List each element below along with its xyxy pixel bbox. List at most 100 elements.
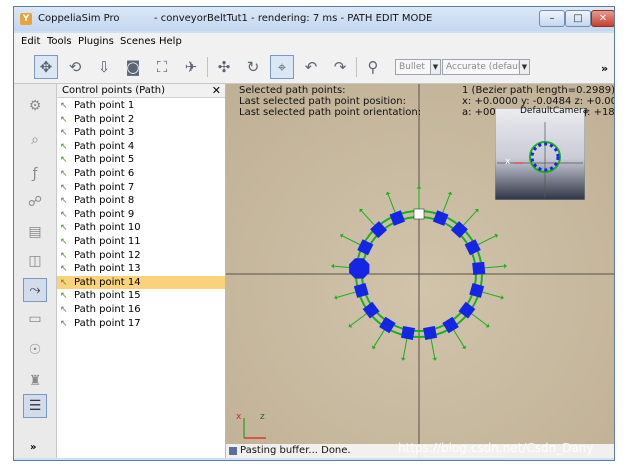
translate-object-icon[interactable]: ✣ [212,55,236,79]
avatar-icon[interactable]: ♜ [23,369,47,393]
fit-view-icon[interactable]: ⛶ [150,55,174,79]
list-item[interactable]: ↖ Path point 15 [57,289,225,302]
list-item[interactable]: ↖ Path point 1 [57,99,225,112]
path-point-icon: ↖ [60,318,68,329]
path-point-icon: ↖ [60,291,68,302]
toolbar-overflow-button[interactable]: » [601,62,608,75]
list-item[interactable]: ↖ Path point 17 [57,317,225,330]
axis-x-label: x [236,412,242,422]
path-point-selected-marker[interactable] [349,258,370,279]
list-item[interactable]: ↖ Path point 6 [57,167,225,180]
menu-scenes[interactable]: Scenes [120,36,156,47]
status-icon [229,447,237,455]
list-item-label: Path point 14 [74,276,141,288]
physics-engine-select[interactable]: Bullet [395,59,431,75]
list-item-label: Path point 15 [74,290,141,302]
list-item-label: Path point 4 [74,140,135,152]
list-item-label: Path point 12 [74,249,141,261]
coppeliasim-logo-icon: Y [20,13,32,25]
minimize-button[interactable]: – [539,10,565,27]
inset-camera-label: DefaultCamera [520,106,589,116]
undo-icon[interactable]: ↶ [299,55,323,79]
camera-inset-view[interactable] [495,108,585,200]
path-point-icon: ↖ [60,155,68,166]
toolbar: ✥ ⟲ ⇩ ◙ ⛶ ✈ ✣ ↻ ⌖ ↶ ↷ ⚲ Bullet ▼ Accurat… [14,51,614,84]
list-item[interactable]: ↖ Path point 7 [57,181,225,194]
path-point-icon: ↖ [60,141,68,152]
model-browser-icon[interactable]: ⌕ [23,128,47,152]
list-item[interactable]: ↖ Path point 10 [57,221,225,234]
pan-camera-icon[interactable]: ✥ [34,55,58,79]
simulation-settings-icon[interactable]: ⚙ [23,94,47,118]
app-title: CoppeliaSim Pro [38,13,120,24]
list-item-label: Path point 16 [74,304,141,315]
scripts-icon[interactable]: ▤ [23,220,47,244]
list-item-label: Path point 17 [74,317,141,329]
list-item[interactable]: ↖ Path point 8 [57,194,225,207]
physics-engine-dropdown-icon[interactable]: ▼ [430,59,441,75]
scene-viewport[interactable]: Selected path points: Last selected path… [226,84,614,458]
panel-header: Control points (Path) ✕ [57,84,225,98]
list-item[interactable]: ↖ Path point 11 [57,235,225,248]
left-toolbar: ⚙ ⌕ ƒ ☍ ▤ ◫ ⤳ ▭ ☉ ♜ ☰ » [14,84,57,458]
path-point-marker[interactable] [413,208,425,220]
path-point-icon: ↖ [60,182,68,193]
list-item[interactable]: ↖ Path point 9 [57,208,225,221]
list-item-label: Path point 1 [74,100,135,111]
status-text: Pasting buffer... Done. [240,445,351,456]
fly-icon[interactable]: ✈ [179,55,203,79]
path-point-icon: ↖ [60,305,68,315]
list-item-label: Path point 2 [74,113,135,125]
list-item[interactable]: ↖ Path point 3 [57,126,225,139]
accuracy-dropdown-icon[interactable]: ▼ [519,59,530,75]
dynamics-icon[interactable]: ⚲ [361,55,385,79]
panel-close-button[interactable]: ✕ [212,84,221,97]
menu-help[interactable]: Help [159,36,182,47]
path-point-marker[interactable] [400,325,415,340]
menu-bar: Edit Tools Plugins Scenes Help [14,33,614,51]
list-item[interactable]: ↖ Path point 12 [57,249,225,262]
list-item-label: Path point 9 [74,208,135,220]
maximize-button[interactable]: □ [565,10,591,27]
menu-edit[interactable]: Edit [21,36,40,47]
path-point-marker[interactable] [472,261,486,275]
camera-icon[interactable]: ◙ [121,55,145,79]
collapse-strip-button[interactable]: » [30,442,36,453]
redo-icon[interactable]: ↷ [328,55,352,79]
path-point-icon: ↖ [60,209,68,220]
select-icon[interactable]: ⌖ [270,55,294,79]
accuracy-select[interactable]: Accurate (default) [442,59,527,75]
title-bar[interactable]: Y CoppeliaSim Pro - conveyorBeltTut1 - r… [14,7,614,31]
window-title: - conveyorBeltTut1 - rendering: 7 ms - P… [154,13,433,24]
scene-hierarchy-icon[interactable]: ☰ [23,394,47,418]
list-item[interactable]: ↖ Path point 13 [57,262,225,275]
selection-icon[interactable]: ▭ [23,307,47,331]
path-point-icon: ↖ [60,277,68,288]
path-point-icon: ↖ [60,101,68,111]
list-item[interactable]: ↖ Path point 4 [57,140,225,153]
path-point-icon: ↖ [60,114,68,125]
shift-camera-icon[interactable]: ⇩ [92,55,116,79]
shape-edit-icon[interactable]: ◫ [23,249,47,273]
list-item[interactable]: ↖ Path point 14 [57,275,225,289]
path-edit-icon[interactable]: ⤳ [23,278,47,302]
panel-title: Control points (Path) [62,85,165,96]
rotate-camera-icon[interactable]: ⟲ [63,55,87,79]
collections-icon[interactable]: ☍ [23,190,47,214]
menu-plugins[interactable]: Plugins [78,36,114,47]
list-item[interactable]: ↖ Path point 2 [57,113,225,126]
list-item-label: Path point 6 [74,168,135,179]
close-button[interactable]: ✕ [591,10,614,27]
calculation-modules-icon[interactable]: ƒ [23,162,47,186]
rotate-object-icon[interactable]: ↻ [241,55,265,79]
path-point-icon: ↖ [60,264,68,275]
list-item[interactable]: ↖ Path point 5 [57,153,225,166]
path-point-marker[interactable] [423,325,438,340]
path-point-icon: ↖ [60,250,68,261]
list-item-label: Path point 8 [74,195,135,207]
list-item-label: Path point 11 [74,236,141,247]
list-item[interactable]: ↖ Path point 16 [57,303,225,316]
layers-icon[interactable]: ☉ [23,338,47,362]
list-item-label: Path point 10 [74,222,141,234]
menu-tools[interactable]: Tools [47,36,72,47]
